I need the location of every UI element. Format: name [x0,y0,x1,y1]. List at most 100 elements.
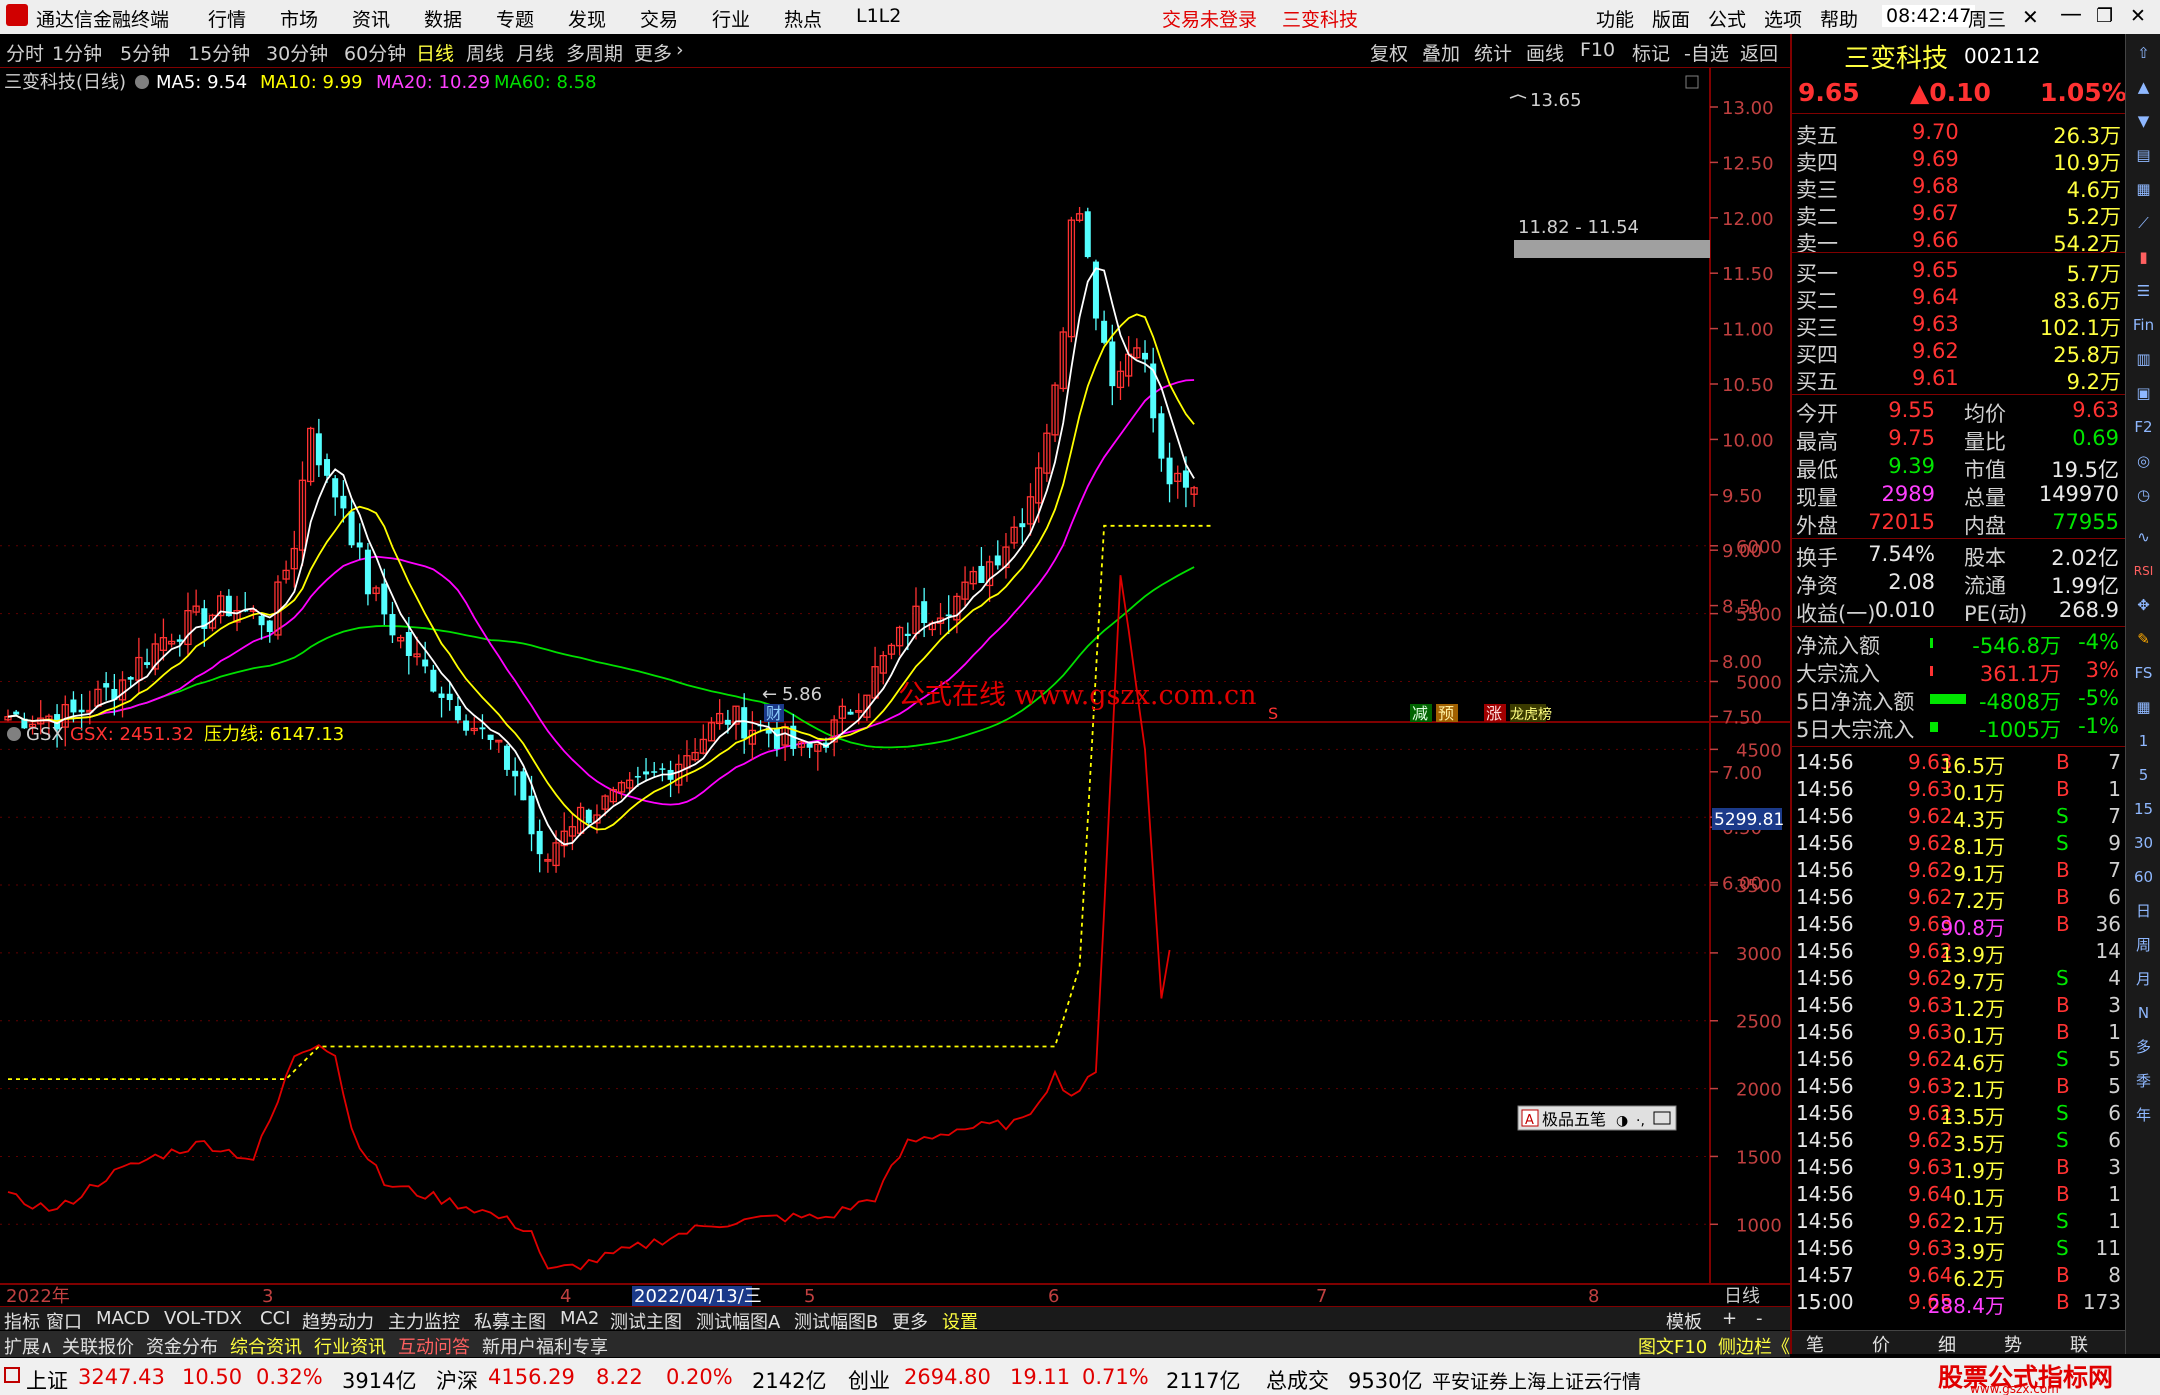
tool-stats[interactable]: 统计 [1474,39,1512,66]
extension-tab-f10[interactable]: 图文F10 [1638,1333,1707,1359]
mark-dragon-tiger[interactable]: 龙虎榜 [1510,706,1552,723]
menu-market[interactable]: 市场 [280,5,318,32]
window-min-icon[interactable]: — [2060,2,2082,27]
tool-remove-favorite[interactable]: -自选 [1684,39,1729,66]
menu-hot[interactable]: 热点 [784,5,822,32]
indicator-tab[interactable]: CCI [260,1308,290,1329]
period-tab-1min[interactable]: 1分钟 [52,39,102,66]
period-15-icon[interactable]: 15 [2130,796,2157,823]
tab-price[interactable]: 价 [1872,1331,1890,1357]
menu-news[interactable]: 资讯 [352,5,390,32]
mark-limit-up[interactable]: 涨 [1486,704,1502,723]
extension-tab[interactable]: 互动问答 [398,1333,470,1359]
minimize-icon[interactable]: ✕ [2022,5,2039,29]
doc-icon[interactable]: ▣ [2130,380,2157,407]
period-60-icon[interactable]: 60 [2130,864,2157,891]
arrow-down-icon[interactable]: ▼ [2130,108,2157,135]
mark-finance[interactable]: 财 [766,704,782,723]
tool-overlay[interactable]: 叠加 [1422,39,1460,66]
move-icon[interactable]: ✥ [2130,592,2157,619]
ime-punct-icon[interactable]: ·, [1636,1113,1645,1129]
menu-function[interactable]: 功能 [1596,5,1634,32]
indicator-tab[interactable]: MA2 [560,1308,599,1329]
menu-data[interactable]: 数据 [424,5,462,32]
trade-login-status[interactable]: 交易未登录 [1162,5,1257,32]
indicator-tab-control[interactable]: + [1722,1308,1737,1329]
period-30-icon[interactable]: 30 [2130,830,2157,857]
period-day-icon[interactable]: 日 [2130,898,2157,925]
wave-icon[interactable]: ∿ [2130,524,2157,551]
table-icon[interactable]: ▥ [2130,346,2157,373]
indicator-tab[interactable]: VOL-TDX [164,1308,242,1329]
extension-tab[interactable]: 关联报价 [62,1333,134,1359]
mark-reduce[interactable]: 减 [1412,704,1428,723]
indicator-tab[interactable]: MACD [96,1308,150,1329]
close-icon[interactable]: ✕ [2130,5,2146,27]
period-5-icon[interactable]: 5 [2130,762,2157,789]
tool-back[interactable]: 返回 [1740,39,1778,66]
period-quarter-icon[interactable]: 季 [2130,1068,2157,1095]
menu-quotes[interactable]: 行情 [208,5,246,32]
period-tab-60min[interactable]: 60分钟 [344,39,406,66]
mark-sell[interactable]: S [1268,704,1278,723]
cy-label[interactable]: 创业 [848,1365,890,1395]
period-tab-30min[interactable]: 30分钟 [266,39,328,66]
menu-topics[interactable]: 专题 [496,5,534,32]
extension-tab[interactable]: 行业资讯 [314,1333,386,1359]
tab-trend[interactable]: 势 [2004,1331,2022,1357]
extension-tab-sidebar[interactable]: 侧边栏《 [1718,1333,1790,1359]
list-icon[interactable]: ☰ [2130,278,2157,305]
period-n-icon[interactable]: N [2130,1000,2157,1027]
restore-icon[interactable]: ❐ [2096,5,2113,27]
menu-layout[interactable]: 版面 [1652,5,1690,32]
hs-label[interactable]: 沪深 [436,1365,478,1395]
tool-draw[interactable]: 画线 [1526,39,1564,66]
period-week-icon[interactable]: 周 [2130,932,2157,959]
sh-label[interactable]: 上证 [26,1365,68,1395]
period-year-icon[interactable]: 年 [2130,1102,2157,1129]
extension-tab[interactable]: 资金分布 [146,1333,218,1359]
panel-max-icon[interactable] [1685,75,1699,89]
ime-a-icon[interactable]: A [1525,1113,1534,1128]
arrow-up-icon[interactable]: ▲ [2130,74,2157,101]
extension-tab[interactable]: 新用户福利专享 [482,1333,608,1359]
period-tab-daily[interactable]: 日线 [416,39,454,66]
extension-tab[interactable]: 综合资讯 [230,1333,302,1359]
calc-icon[interactable]: ▦ [2130,694,2157,721]
menu-discover[interactable]: 发现 [568,5,606,32]
tab-related[interactable]: 联 [2070,1331,2088,1357]
period-tab-weekly[interactable]: 周线 [466,39,504,66]
tab-detail[interactable]: 细 [1938,1331,1956,1357]
tool-adjust[interactable]: 复权 [1370,39,1408,66]
extension-tab[interactable]: 扩展∧ [4,1333,53,1359]
rsi-icon[interactable]: RSI [2130,558,2157,585]
period-multi-icon[interactable]: 多 [2130,1034,2157,1061]
target-icon[interactable]: ◎ [2130,448,2157,475]
legend-toggle-icon[interactable] [135,75,149,89]
clock-icon[interactable]: ◷ [2130,482,2157,509]
menu-help[interactable]: 帮助 [1820,5,1858,32]
ime-popup-label[interactable]: 极品五笔 [1542,1110,1606,1129]
line-chart-icon[interactable]: ⟋ [2130,210,2157,237]
status-square-icon[interactable] [4,1367,20,1383]
period-tab-multi[interactable]: 多周期 [566,39,623,66]
period-tab-15min[interactable]: 15分钟 [188,39,250,66]
mark-forecast[interactable]: 预 [1438,704,1454,723]
fs-icon[interactable]: FS [2130,660,2157,687]
indicator-tab-control[interactable]: - [1756,1308,1763,1329]
tool-mark[interactable]: 标记 [1632,39,1670,66]
period-tab-monthly[interactable]: 月线 [516,39,554,66]
menu-formula[interactable]: 公式 [1708,5,1746,32]
f2-icon[interactable]: F2 [2130,414,2157,441]
chart-area[interactable]: 13.0012.5012.0011.5011.0010.5010.009.509… [0,68,1790,1306]
period-tab-more[interactable]: 更多 [634,39,672,66]
tab-ticks[interactable]: 笔 [1806,1331,1824,1357]
pen-icon[interactable]: ✎ [2130,626,2157,653]
chevron-right-icon[interactable]: › [676,39,684,61]
menu-trade[interactable]: 交易 [640,5,678,32]
fin-icon[interactable]: Fin [2130,312,2157,339]
tool-f10[interactable]: F10 [1580,39,1615,61]
ime-moon-icon[interactable]: ◑ [1616,1113,1628,1129]
period-tab-5min[interactable]: 5分钟 [120,39,170,66]
nav-up-icon[interactable]: ⇧ [2130,40,2157,67]
